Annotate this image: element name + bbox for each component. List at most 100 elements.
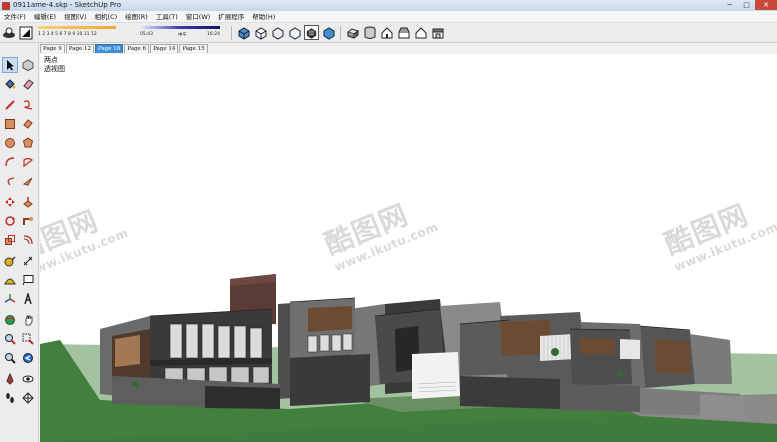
right-view-icon[interactable]: [396, 25, 411, 40]
follow-me-icon[interactable]: [20, 213, 36, 229]
position-camera-icon[interactable]: [2, 371, 18, 387]
protractor-icon[interactable]: [2, 272, 18, 288]
palette-row: [2, 57, 38, 74]
palette-row: [2, 194, 38, 211]
shadow-settings-panel: 1 2 3 4 5 6 7 8 9 10 11 12 05:43 中午 16:2…: [36, 24, 226, 41]
tab-page-15[interactable]: Page 15: [179, 44, 208, 53]
close-button[interactable]: ✕: [755, 0, 777, 10]
menu-file[interactable]: 文件(F): [0, 11, 30, 23]
dimension-icon[interactable]: [20, 253, 36, 269]
menu-tools[interactable]: 工具(T): [152, 11, 182, 23]
hidden-line-icon[interactable]: [287, 25, 302, 40]
sketchup-app-icon: [2, 1, 10, 10]
window-controls: ─ □ ✕: [721, 0, 777, 11]
styles-icon[interactable]: [18, 25, 33, 40]
rectangle-icon[interactable]: [2, 116, 18, 132]
polygon-icon[interactable]: [20, 135, 36, 151]
tab-page-12[interactable]: Page 12: [65, 44, 95, 53]
palette-row: [2, 331, 38, 348]
section-plane-icon[interactable]: [20, 390, 36, 406]
xray-icon[interactable]: [236, 25, 251, 40]
tab-page-18[interactable]: Page 18: [95, 44, 124, 53]
window-title: 0911ame-4.skp - SketchUp Pro: [13, 1, 122, 9]
maximize-button[interactable]: □: [738, 0, 755, 10]
component-icon[interactable]: [20, 57, 36, 73]
offset-icon[interactable]: [20, 232, 36, 248]
zoom-extents-icon[interactable]: [2, 350, 18, 366]
walk-icon[interactable]: [2, 390, 18, 406]
shaded-textures-icon[interactable]: [321, 25, 336, 40]
model-viewport[interactable]: 两点 透视图 酷图网 www.ikutu.com 酷图网 www.ikutu.c…: [40, 54, 777, 442]
select-icon[interactable]: [2, 57, 18, 73]
menu-help[interactable]: 帮助(H): [248, 11, 279, 23]
rotated-rectangle-icon[interactable]: [20, 116, 36, 132]
palette-row: [2, 312, 38, 329]
tab-page-14[interactable]: Page 14: [150, 44, 179, 53]
menu-edit[interactable]: 编辑(E): [30, 11, 60, 23]
palette-row: [2, 173, 38, 190]
zoom-window-icon[interactable]: [20, 331, 36, 347]
3d-text-icon[interactable]: [20, 291, 36, 307]
back-view-icon[interactable]: [413, 25, 428, 40]
wireframe-icon[interactable]: [270, 25, 285, 40]
palette-row: [2, 390, 38, 407]
time-noon-label: 中午: [178, 33, 187, 38]
date-slider[interactable]: [38, 26, 116, 29]
tool-palette: [0, 43, 39, 442]
tab-page-9[interactable]: Page 9: [40, 44, 65, 53]
camera-type-label: 两点: [44, 56, 58, 64]
menu-extensions[interactable]: 扩展程序: [214, 11, 248, 23]
back-edges-icon[interactable]: [253, 25, 268, 40]
look-around-icon[interactable]: [20, 371, 36, 387]
palette-row: [2, 371, 38, 388]
menu-window[interactable]: 窗口(W): [182, 11, 215, 23]
paint-bucket-icon[interactable]: [2, 76, 18, 92]
line-icon[interactable]: [2, 97, 18, 113]
two-point-arc-icon[interactable]: [2, 173, 18, 189]
menu-draw[interactable]: 绘图(R): [121, 11, 152, 23]
previous-view-icon[interactable]: [20, 350, 36, 366]
month-scale: 1 2 3 4 5 6 7 8 9 10 11 12: [38, 32, 97, 37]
scene-tabs: Page 9 Page 12 Page 18 Page 6 Page 14 Pa…: [40, 44, 209, 54]
orbit-icon[interactable]: [2, 312, 18, 328]
time-start-label: 05:43: [140, 32, 153, 37]
main-toolbar: 1 2 3 4 5 6 7 8 9 10 11 12 05:43 中午 16:2…: [0, 23, 777, 43]
minimize-button[interactable]: ─: [721, 0, 738, 10]
arc-icon[interactable]: [2, 154, 18, 170]
palette-row: [2, 135, 38, 152]
time-slider[interactable]: [140, 26, 220, 29]
freehand-icon[interactable]: [20, 97, 36, 113]
toolbar-separator: [231, 25, 232, 40]
camera-info: 两点 透视图: [44, 56, 65, 74]
tab-page-6[interactable]: Page 6: [124, 44, 150, 53]
tape-measure-icon[interactable]: [2, 253, 18, 269]
left-view-icon[interactable]: [430, 25, 445, 40]
pie-icon[interactable]: [20, 154, 36, 170]
eraser-icon[interactable]: [20, 76, 36, 92]
menu-camera[interactable]: 相机(C): [91, 11, 122, 23]
palette-row: [2, 232, 38, 249]
push-pull-icon[interactable]: [20, 194, 36, 210]
three-point-arc-icon[interactable]: [20, 173, 36, 189]
shaded-icon[interactable]: [304, 25, 319, 40]
pan-icon[interactable]: [20, 312, 36, 328]
zoom-icon[interactable]: [2, 331, 18, 347]
palette-row: [2, 272, 38, 289]
rotate-icon[interactable]: [2, 213, 18, 229]
palette-row: [2, 350, 38, 367]
palette-row: [2, 213, 38, 230]
palette-row: [2, 154, 38, 171]
palette-row: [2, 97, 38, 114]
iso-view-icon[interactable]: [345, 25, 360, 40]
axes-icon[interactable]: [2, 291, 18, 307]
top-view-icon[interactable]: [362, 25, 377, 40]
toolbar-separator: [340, 25, 341, 40]
palette-row: [2, 116, 38, 133]
menu-view[interactable]: 视图(V): [60, 11, 91, 23]
circle-icon[interactable]: [2, 135, 18, 151]
scale-icon[interactable]: [2, 232, 18, 248]
front-view-icon[interactable]: [379, 25, 394, 40]
shadow-toggle-icon[interactable]: [1, 25, 16, 40]
move-icon[interactable]: [2, 194, 18, 210]
text-icon[interactable]: [20, 272, 36, 288]
